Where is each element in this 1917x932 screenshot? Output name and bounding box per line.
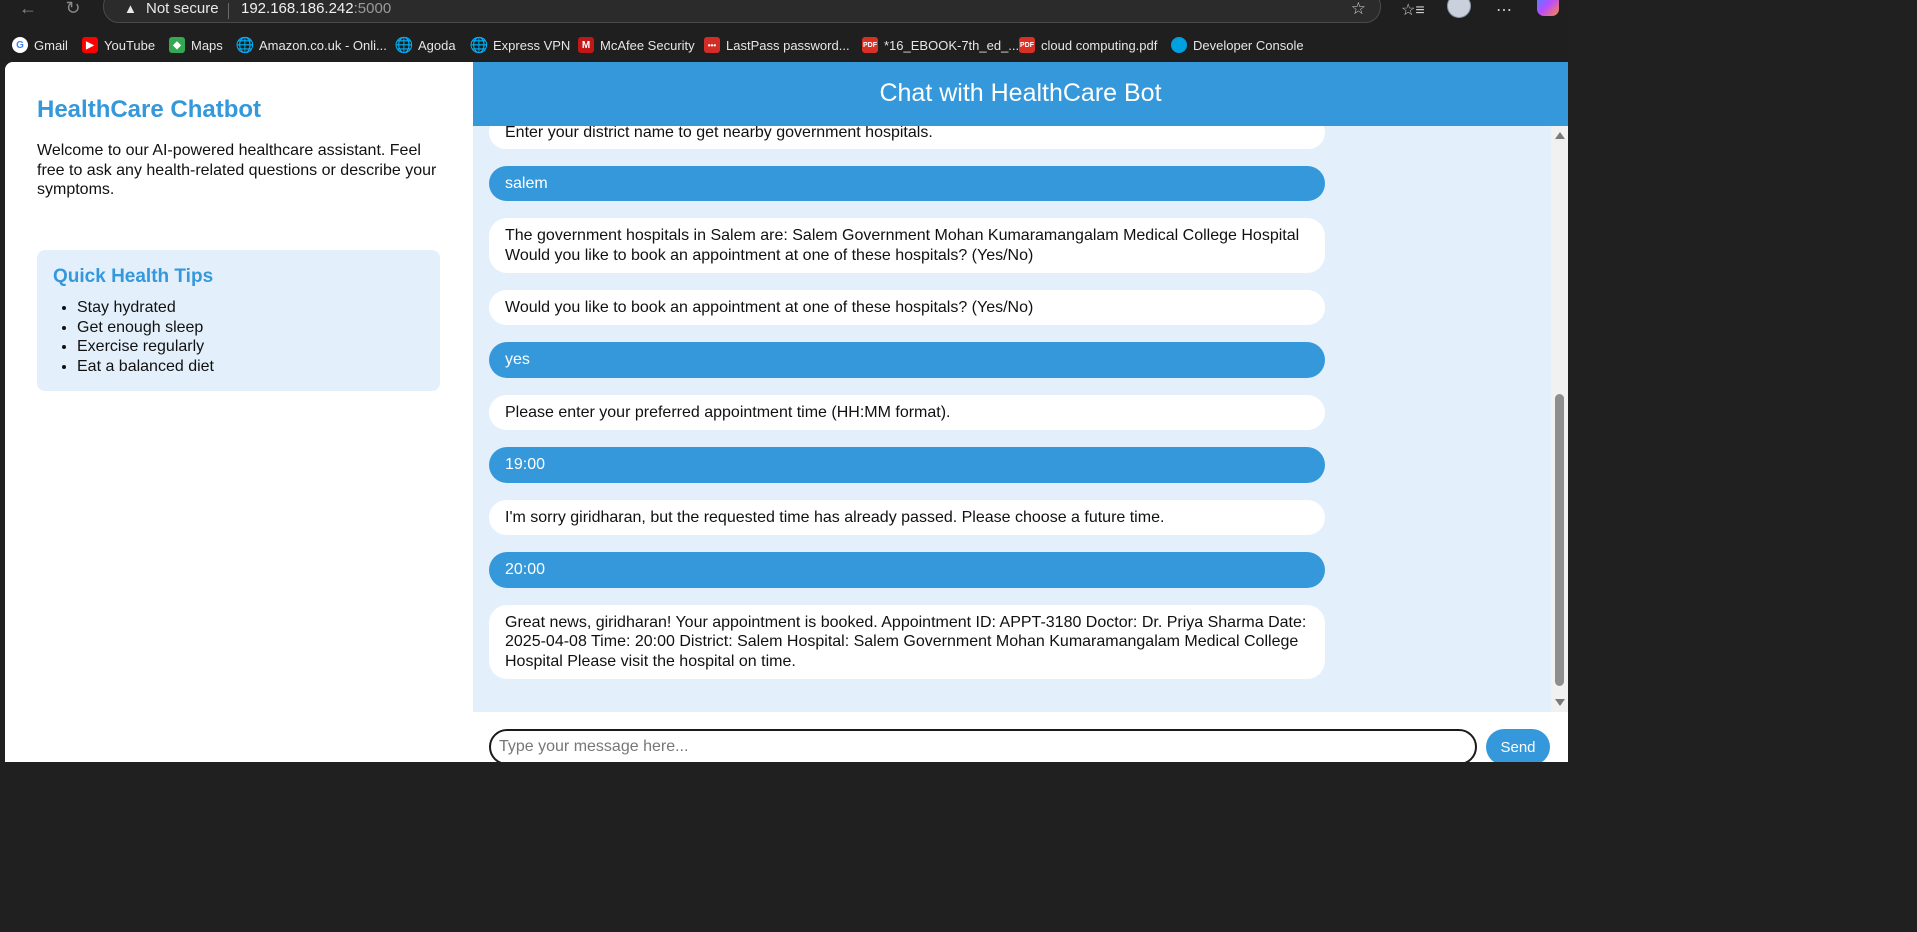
bot-message: Enter your district name to get nearby g… <box>489 126 1325 149</box>
user-message: 20:00 <box>489 552 1325 588</box>
scroll-down-icon[interactable] <box>1555 699 1565 706</box>
bookmark-label: LastPass password... <box>726 37 850 53</box>
web-page: HealthCare Chatbot Welcome to our AI-pow… <box>5 62 1568 762</box>
bookmark-agoda[interactable]: 🌐 Agoda <box>394 36 456 54</box>
bookmark-lastpass[interactable]: ••• LastPass password... <box>704 36 850 54</box>
health-tip: Exercise regularly <box>77 337 214 357</box>
browser-toolbar: ← ↻ ▲ Not secure 192.168.186.242:5000 ☆ … <box>0 0 1568 28</box>
user-message: 19:00 <box>489 447 1325 483</box>
health-tips-list: Stay hydrated Get enough sleep Exercise … <box>77 298 214 376</box>
bookmarks-bar: G Gmail ▶ YouTube ◆ Maps 🌐 Amazon.co.uk - On… <box>0 28 1568 62</box>
sidebar: HealthCare Chatbot Welcome to our AI-pow… <box>5 62 473 762</box>
url-text[interactable]: 192.168.186.242:5000 <box>241 0 391 17</box>
bookmark-amazon[interactable]: 🌐 Amazon.co.uk - Onli... <box>235 36 387 54</box>
bookmark-ebook-pdf[interactable]: PDF *16_EBOOK-7th_ed_... <box>862 36 1019 54</box>
address-bar[interactable]: ▲ Not secure 192.168.186.242:5000 ☆ <box>103 0 1381 23</box>
bookmark-label: Amazon.co.uk - Onli... <box>259 37 387 53</box>
sidebar-title: HealthCare Chatbot <box>37 96 262 123</box>
bookmark-label: Agoda <box>418 37 456 53</box>
chat-input-area: Send <box>473 712 1568 762</box>
health-tip: Eat a balanced diet <box>77 357 214 377</box>
back-icon[interactable]: ← <box>14 0 42 18</box>
bookmark-youtube[interactable]: ▶ YouTube <box>82 36 155 54</box>
bookmark-label: Developer Console <box>1193 37 1304 53</box>
favorite-star-icon[interactable]: ☆ <box>1351 0 1366 19</box>
scrollbar-thumb[interactable] <box>1555 394 1564 686</box>
bookmark-gmail[interactable]: G Gmail <box>12 36 68 54</box>
address-divider <box>228 3 229 19</box>
bookmark-label: *16_EBOOK-7th_ed_... <box>884 37 1020 53</box>
user-message: salem <box>489 166 1325 201</box>
lastpass-icon: ••• <box>704 37 720 53</box>
user-message: yes <box>489 342 1325 378</box>
welcome-text: Welcome to our AI-powered healthcare ass… <box>37 142 437 199</box>
security-label[interactable]: Not secure <box>146 0 219 17</box>
bot-message: Would you like to book an appointment at… <box>489 290 1325 325</box>
reload-icon[interactable]: ↻ <box>59 0 87 18</box>
bookmark-label: YouTube <box>104 37 156 53</box>
mcafee-icon: M <box>578 37 594 53</box>
health-tips-title: Quick Health Tips <box>53 266 214 287</box>
url-port: :5000 <box>353 0 392 17</box>
bot-message: The government hospitals in Salem are: S… <box>489 218 1325 273</box>
bookmark-developer-console[interactable]: Developer Console <box>1171 36 1304 54</box>
more-menu-icon[interactable]: ⋯ <box>1496 0 1512 20</box>
bookmark-label: McAfee Security <box>600 37 695 53</box>
bot-message: I'm sorry giridharan, but the requested … <box>489 500 1325 535</box>
bookmark-express-vpn[interactable]: 🌐 Express VPN <box>469 36 571 54</box>
scroll-up-icon[interactable] <box>1555 132 1565 139</box>
pdf-icon: PDF <box>862 37 878 53</box>
pdf-icon: PDF <box>1019 37 1035 53</box>
chat-scrollbar[interactable] <box>1551 126 1568 712</box>
health-tip: Get enough sleep <box>77 318 214 338</box>
message-input[interactable] <box>489 729 1477 762</box>
bookmark-maps[interactable]: ◆ Maps <box>169 36 223 54</box>
bookmark-label: Gmail <box>34 37 68 53</box>
bookmark-label: cloud computing.pdf <box>1041 37 1158 53</box>
bookmark-mcafee[interactable]: M McAfee Security <box>578 36 695 54</box>
bot-message: Great news, giridharan! Your appointment… <box>489 605 1325 679</box>
copilot-icon[interactable] <box>1537 0 1559 16</box>
chat-panel: Chat with HealthCare Bot Enter your dist… <box>473 62 1568 762</box>
bookmark-label: Express VPN <box>493 37 571 53</box>
globe-icon: 🌐 <box>235 37 255 54</box>
youtube-icon: ▶ <box>82 37 98 53</box>
salesforce-icon <box>1171 37 1187 53</box>
bot-message: Please enter your preferred appointment … <box>489 395 1325 430</box>
health-tips-card: Quick Health Tips Stay hydrated Get enou… <box>37 250 440 391</box>
url-host: 192.168.186.242 <box>241 0 354 17</box>
warning-icon[interactable]: ▲ <box>124 1 137 16</box>
bookmark-label: Maps <box>191 37 223 53</box>
send-button[interactable]: Send <box>1486 729 1550 762</box>
globe-icon: 🌐 <box>394 37 414 54</box>
profile-avatar[interactable] <box>1447 0 1471 18</box>
bookmark-cloud-computing-pdf[interactable]: PDF cloud computing.pdf <box>1019 36 1157 54</box>
maps-icon: ◆ <box>169 37 185 53</box>
chat-messages[interactable]: Enter your district name to get nearby g… <box>473 126 1551 712</box>
globe-icon: 🌐 <box>469 37 489 54</box>
health-tip: Stay hydrated <box>77 298 214 318</box>
google-icon: G <box>12 37 28 53</box>
chat-header: Chat with HealthCare Bot <box>473 62 1568 126</box>
favorites-icon[interactable]: ☆≡ <box>1401 0 1425 20</box>
